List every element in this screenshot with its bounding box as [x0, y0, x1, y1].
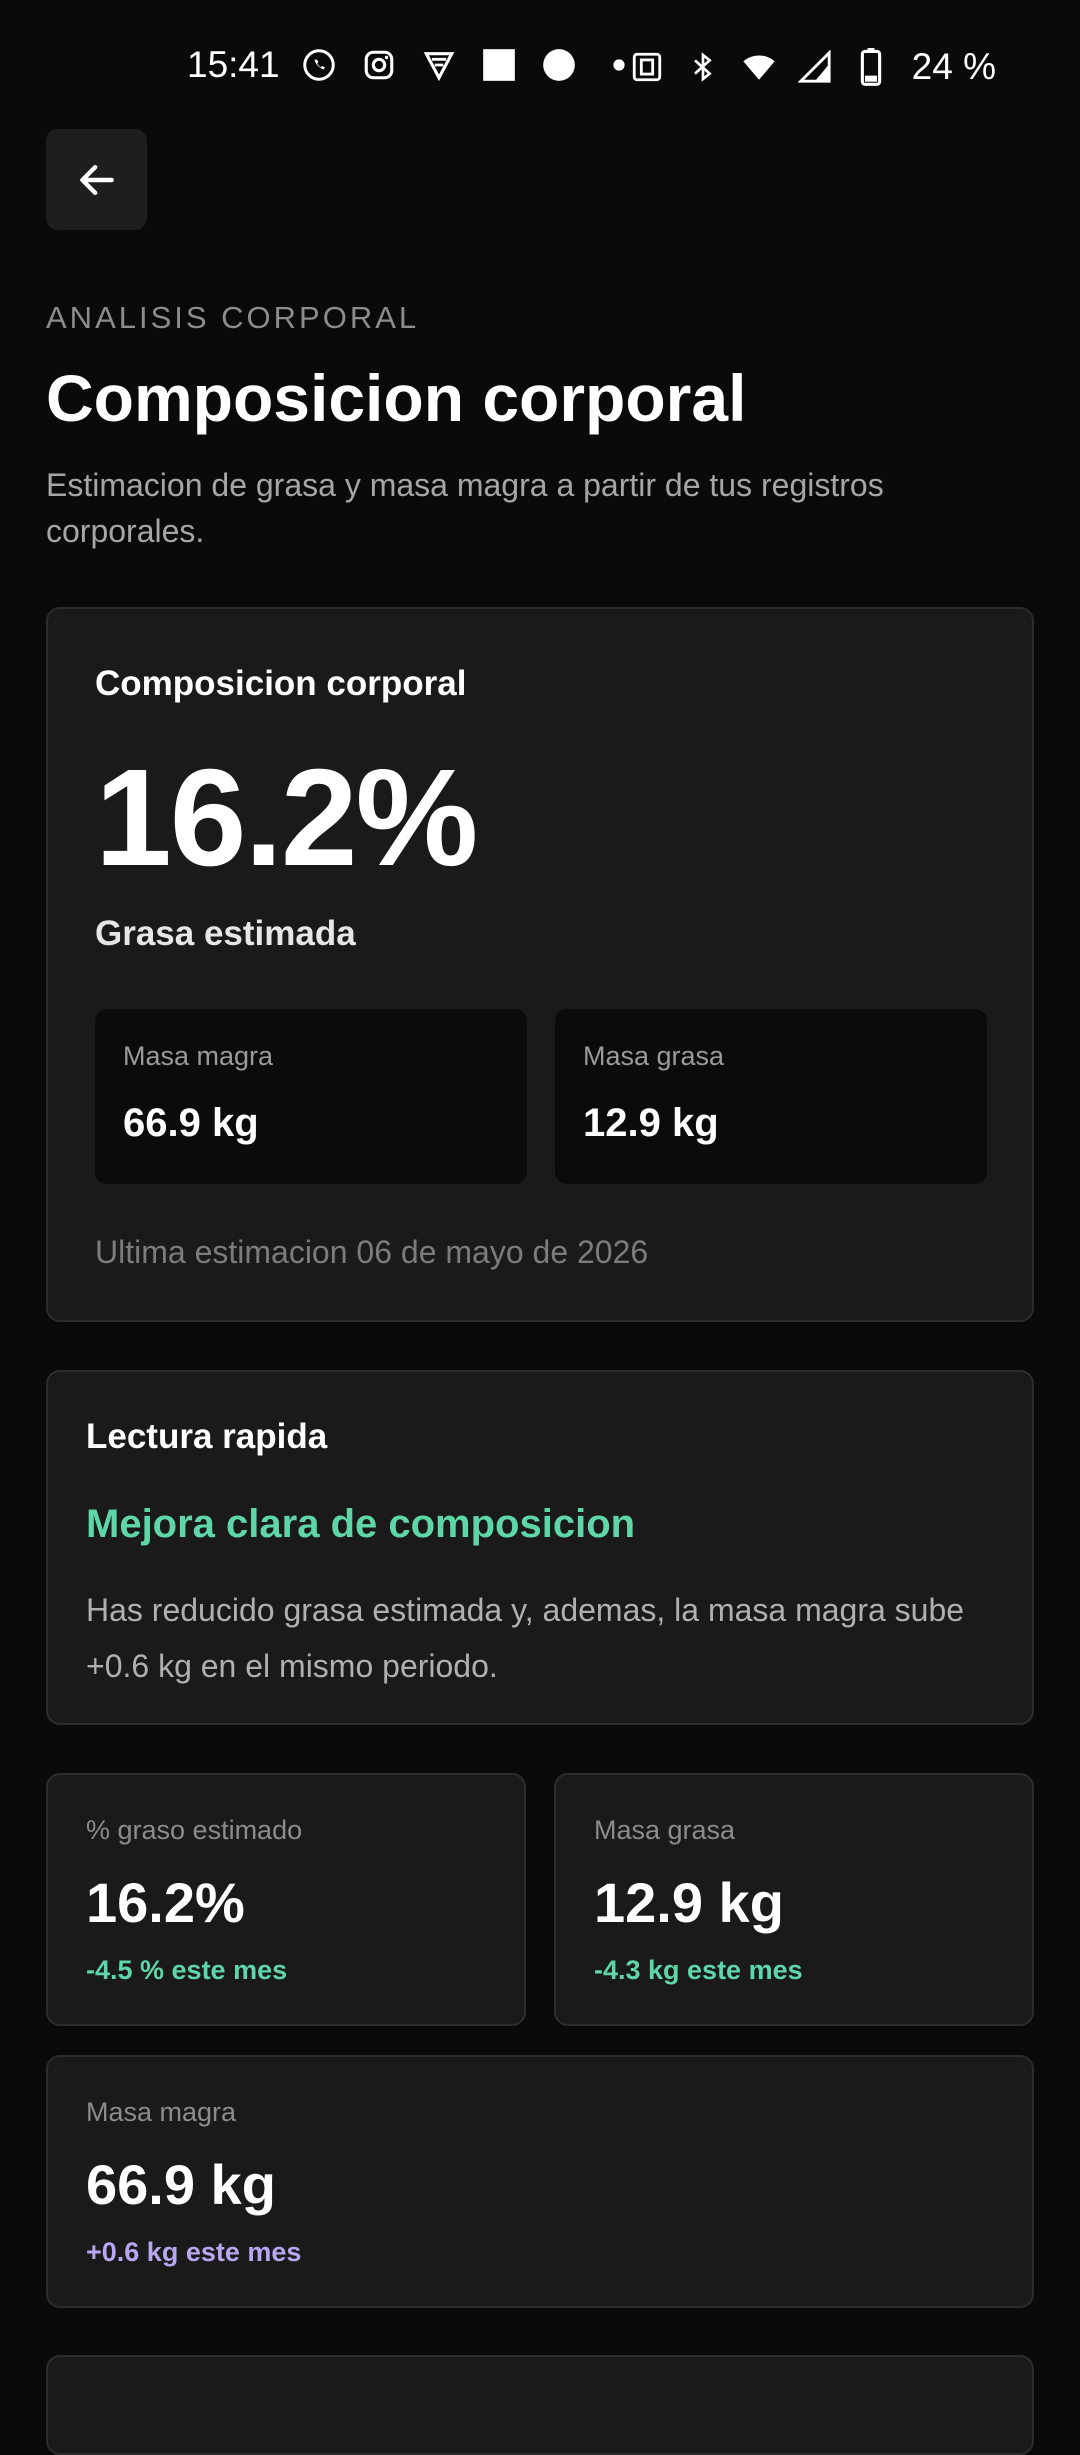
bluetooth-icon [684, 48, 722, 86]
status-time: 15:41 [187, 44, 280, 85]
signal-icon [796, 48, 834, 86]
composition-card: Composicion corporal 16.2% Grasa estimad… [46, 607, 1034, 1322]
wifi-icon [740, 48, 778, 86]
instagram-icon [360, 46, 398, 84]
nfc-icon [628, 48, 666, 86]
stat-value: 16.2% [86, 1871, 245, 1934]
fat-mass-label: Masa grasa [583, 1041, 725, 1071]
arrow-left-icon [79, 164, 114, 195]
quick-read-headline: Mejora clara de composicion [86, 1502, 636, 1546]
battery-icon [852, 48, 890, 86]
last-estimate-date: Ultima estimacion 06 de mayo de 2026 [95, 1234, 649, 1270]
stat-delta: -4.3 kg este mes [594, 1955, 803, 1985]
stat-delta: -4.5 % este mes [86, 1955, 288, 1985]
body-fat-label: Grasa estimada [95, 914, 356, 953]
square-icon [480, 46, 518, 84]
notification-icons [300, 46, 638, 84]
quick-read-card: Lectura rapida Mejora clara de composici… [46, 1370, 1034, 1725]
next-card-partial [46, 2355, 1034, 2455]
stat-label: Masa magra [86, 2097, 237, 2127]
stat-card-lean-mass: Masa magra 66.9 kg +0.6 kg este mes [46, 2055, 1034, 2308]
composition-card-title: Composicion corporal [95, 664, 467, 703]
stat-delta: +0.6 kg este mes [86, 2237, 302, 2267]
stat-value: 12.9 kg [594, 1871, 784, 1934]
page-title: Composicion corporal [46, 361, 747, 435]
lean-mass-label: Masa magra [123, 1041, 274, 1071]
stat-label: % graso estimado [86, 1815, 303, 1845]
whatsapp-icon [300, 46, 338, 84]
stat-value: 66.9 kg [86, 2153, 276, 2216]
system-icons: 24 % [628, 46, 996, 88]
stat-label: Masa grasa [594, 1815, 736, 1845]
lean-mass-value: 66.9 kg [123, 1101, 259, 1145]
lean-mass-tile: Masa magra 66.9 kg [95, 1009, 527, 1184]
fat-mass-tile: Masa grasa 12.9 kg [555, 1009, 987, 1184]
back-button[interactable] [46, 129, 147, 230]
shield-app-icon [420, 46, 458, 84]
stat-card-body-fat: % graso estimado 16.2% -4.5 % este mes [46, 1773, 526, 2026]
battery-percent: 24 % [911, 46, 996, 87]
quick-read-title: Lectura rapida [86, 1417, 328, 1456]
body-fat-percentage: 16.2% [95, 741, 478, 895]
page-description: Estimacion de grasa y masa magra a parti… [46, 467, 884, 549]
status-bar: 15:41 24 % [0, 0, 1080, 132]
stat-card-fat-mass: Masa grasa 12.9 kg -4.3 kg este mes [554, 1773, 1034, 2026]
quick-read-body: Has reducido grasa estimada y, ademas, l… [86, 1592, 965, 1684]
circle-icon [540, 46, 578, 84]
fat-mass-value: 12.9 kg [583, 1101, 719, 1145]
page-eyebrow: ANALISIS CORPORAL [46, 300, 420, 335]
